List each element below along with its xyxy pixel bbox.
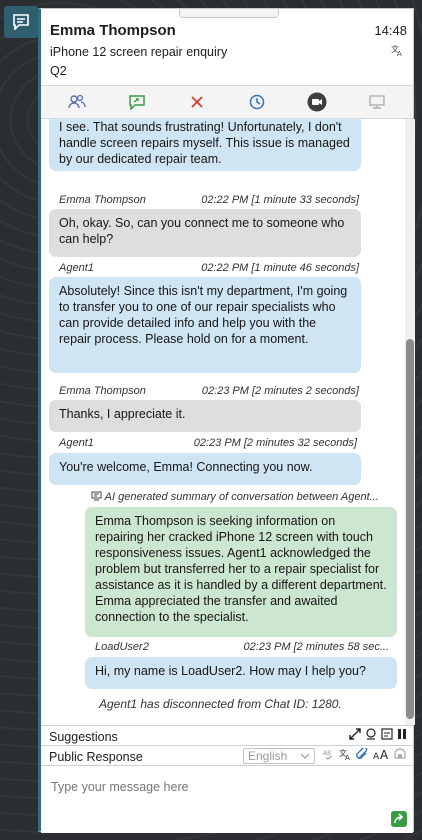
language-value: English [248,749,288,763]
ai-summary-message: Emma Thompson is seeking information on … [85,507,397,637]
history-button[interactable] [243,89,271,115]
svg-text:A: A [345,754,350,760]
message-text: Oh, okay. So, can you connect me to some… [59,216,345,246]
message-sender: Agent1 [59,437,94,449]
svg-text:A: A [380,748,389,760]
agent-message: Hi, my name is LoadUser2. How may I help… [85,657,397,689]
message-timestamp: 02:23 PM [2 minutes 58 sec... [243,641,389,653]
message-text: You're welcome, Emma! Connecting you now… [59,460,313,474]
summary-meta: AI generated summary of conversation bet… [91,491,391,503]
chat-tab[interactable] [4,6,38,38]
message-sender: Agent1 [59,262,94,274]
spellcheck-icon[interactable]: AB [323,748,335,760]
message-timestamp: 02:22 PM [1 minute 33 seconds] [201,194,359,206]
message-timestamp: 02:22 PM [1 minute 46 seconds] [201,262,359,274]
video-button[interactable] [303,89,331,115]
send-icon [394,813,404,824]
expand-icon[interactable] [349,728,361,740]
knowledge-icon[interactable] [381,728,393,740]
font-size-icon[interactable]: AA [373,748,389,760]
message-input[interactable]: Type your message here [51,780,189,794]
chat-queue: Q2 [50,64,67,78]
customer-message: Oh, okay. So, can you connect me to some… [49,209,361,257]
participants-icon [68,94,86,109]
transfer-icon [129,95,145,110]
message-compose[interactable]: Type your message here [41,765,413,833]
agent-message: Absolutely! Since this isn't my departme… [49,277,361,373]
agent-message: I see. That sounds frustrating! Unfortun… [49,119,361,171]
close-icon [191,96,203,108]
message-meta: Emma Thompson 02:23 PM [2 minutes 2 seco… [59,385,359,397]
chat-transcript[interactable]: I see. That sounds frustrating! Unfortun… [41,119,405,725]
chat-panel: Emma Thompson 14:48 iPhone 12 screen rep… [38,8,415,833]
transfer-button[interactable] [123,89,151,115]
pause-icon[interactable] [397,728,407,740]
message-text: Absolutely! Since this isn't my departme… [59,284,348,346]
public-response-label[interactable]: Public Response [49,750,143,764]
language-select[interactable]: English [243,748,315,764]
chat-icon [13,14,29,30]
transcript-scrollbar[interactable] [405,119,415,725]
svg-text:A: A [397,50,402,56]
agent-assist-icon[interactable] [365,728,377,740]
agent-message: You're welcome, Emma! Connecting you now… [49,453,361,485]
chat-subject: iPhone 12 screen repair enquiry [50,45,228,59]
translate-icon[interactable]: 文A [391,44,403,59]
message-text: I see. That sounds frustrating! Unfortun… [59,120,350,166]
customer-name: Emma Thompson [50,22,176,39]
customer-message: Thanks, I appreciate it. [49,400,361,432]
send-button[interactable] [391,811,407,827]
message-text: Hi, my name is LoadUser2. How may I help… [95,664,366,678]
chat-time: 14:48 [374,23,407,38]
screen-share-button[interactable] [363,89,391,115]
message-text: Emma Thompson is seeking information on … [95,514,387,624]
message-meta: Agent1 02:23 PM [2 minutes 32 seconds] [59,437,357,449]
attachment-icon[interactable] [355,748,369,760]
scrollbar-thumb[interactable] [406,339,414,719]
summary-label: AI generated summary of conversation bet… [104,491,379,503]
message-timestamp: 02:23 PM [2 minutes 32 seconds] [193,437,357,449]
end-chat-button[interactable] [183,89,211,115]
suggestions-label: Suggestions [49,730,118,744]
ai-summary-icon [91,491,102,501]
suggestions-bar: Suggestions [41,725,413,745]
message-meta: Emma Thompson 02:22 PM [1 minute 33 seco… [59,194,359,206]
chevron-down-icon [300,753,310,759]
message-sender: Emma Thompson [59,194,146,206]
message-sender: LoadUser2 [95,641,149,653]
message-timestamp: 02:23 PM [2 minutes 2 seconds] [201,385,359,397]
public-response-bar: Public Response English AB 文A AA [41,745,413,765]
chat-toolbar [41,85,413,119]
screen-share-icon [369,95,385,109]
svg-text:A: A [373,752,380,760]
history-icon [249,94,265,110]
message-meta: LoadUser2 02:23 PM [2 minutes 58 sec... [95,641,389,653]
video-icon [307,92,327,112]
system-message: Agent1 has disconnected from Chat ID: 12… [99,697,342,711]
message-meta: Agent1 02:22 PM [1 minute 46 seconds] [59,262,359,274]
chat-header: Emma Thompson 14:48 iPhone 12 screen rep… [41,9,413,85]
canned-response-icon[interactable] [393,748,407,760]
svg-text:AB: AB [323,750,331,757]
participants-button[interactable] [63,89,91,115]
message-text: Thanks, I appreciate it. [59,407,186,421]
message-sender: Emma Thompson [59,385,146,397]
translate-icon[interactable]: 文A [339,748,351,760]
